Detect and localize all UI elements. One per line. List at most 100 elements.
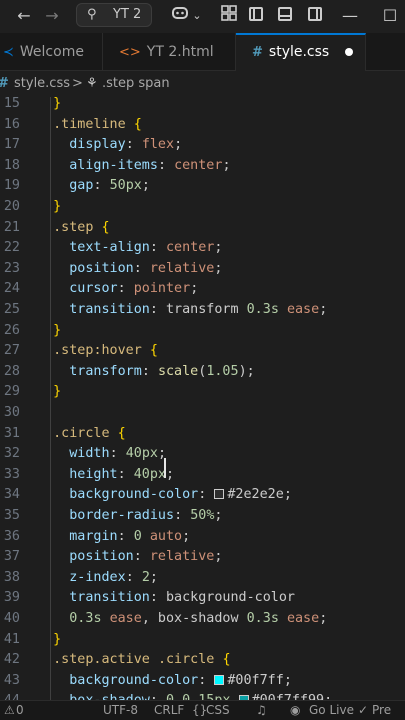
code-line[interactable]: 28 transform: scale(1.05); — [0, 362, 405, 383]
line-number: 37 — [3, 549, 20, 565]
line-number: 30 — [3, 405, 20, 420]
line-number: 41 — [3, 631, 20, 647]
code-line[interactable]: 33 height: 40px; — [0, 465, 405, 486]
code-line[interactable]: 41 } — [0, 630, 405, 651]
line-number: 39 — [3, 590, 20, 606]
html-brackets-icon: <> — [119, 45, 141, 60]
code-line[interactable]: 37 position: relative; — [0, 547, 405, 568]
customize-layout-icon[interactable] — [220, 5, 238, 27]
encoding[interactable]: UTF-8 — [103, 701, 138, 720]
check-icon[interactable]: ✓ — [358, 701, 368, 720]
code-text: } — [53, 384, 62, 400]
code-line[interactable]: 40 0.3s ease, box-shadow 0.3s ease; — [0, 609, 405, 630]
code-text: .step.active .circle { — [53, 652, 231, 668]
code-text: transform: scale(1.05); — [69, 363, 255, 379]
unsaved-dot-icon[interactable] — [345, 48, 353, 56]
line-number: 43 — [3, 672, 20, 688]
code-line[interactable]: 27 .step:hover { — [0, 341, 405, 362]
line-number: 26 — [3, 322, 20, 338]
editor-tabs: ≺ Welcome <> YT 2.html # style.css — [0, 33, 405, 71]
line-number: 29 — [3, 384, 20, 400]
broadcast-icon[interactable]: ◉ — [290, 701, 300, 720]
code-text: gap: 50px; — [69, 178, 150, 194]
braces-icon[interactable]: {} — [192, 701, 207, 720]
maximize-icon[interactable]: ☐ — [380, 5, 400, 27]
line-number: 34 — [3, 487, 20, 503]
minimize-icon[interactable]: — — [340, 5, 360, 27]
code-text: text-align: center; — [69, 240, 223, 256]
line-number: 44 — [0, 691, 20, 700]
code-text: .step:hover { — [53, 343, 158, 359]
line-number: 38 — [3, 569, 20, 585]
code-line[interactable]: 26 } — [0, 321, 405, 342]
code-line[interactable]: 32 width: 40px; — [0, 444, 405, 465]
code-line[interactable]: 39 transition: background-color — [0, 588, 405, 609]
line-number: 40 — [3, 611, 20, 626]
code-line[interactable]: 23 position: relative; — [0, 259, 405, 280]
color-swatch[interactable] — [214, 674, 225, 685]
title-bar: ← → ⚲ YT 2 ⌄ — ☐ — [0, 0, 405, 33]
code-text: background-color: #2e2e2e; — [69, 487, 292, 503]
go-live-button[interactable]: Go Live — [309, 701, 354, 720]
code-line[interactable]: 43 background-color: #00f7ff; — [0, 671, 405, 692]
prettier-status[interactable]: Pre — [372, 701, 391, 720]
code-text: box-shadow: 0 0 15px #00f7ff99; — [37, 691, 332, 700]
breadcrumb-separator: > — [72, 76, 83, 91]
color-swatch[interactable] — [214, 489, 225, 500]
code-line[interactable]: 16 .timeline { — [0, 115, 405, 136]
tab-style-css[interactable]: # style.css — [236, 33, 366, 71]
toggle-secondary-sidebar-icon[interactable] — [308, 7, 322, 21]
code-text: position: relative; — [69, 549, 223, 565]
language-mode[interactable]: CSS — [206, 701, 230, 720]
code-line[interactable]: 29 } — [0, 382, 405, 403]
bell-icon[interactable]: ♫ — [256, 701, 267, 720]
problems-count[interactable]: 0 — [16, 701, 24, 720]
code-text: } — [53, 199, 62, 214]
chevron-down-icon[interactable]: ⌄ — [190, 5, 204, 27]
line-number: 22 — [3, 240, 20, 256]
code-line[interactable]: 20 } — [0, 197, 405, 218]
code-line[interactable]: 22 text-align: center; — [0, 238, 405, 259]
code-line[interactable]: 42 .step.active .circle { — [0, 650, 405, 671]
code-line[interactable]: 36 margin: 0 auto; — [0, 527, 405, 548]
code-text: cursor: pointer; — [69, 281, 199, 297]
code-line[interactable]: 34 background-color: #2e2e2e; — [0, 485, 405, 506]
code-line[interactable]: 17 display: flex; — [0, 135, 405, 156]
back-arrow-icon[interactable]: ← — [12, 5, 36, 27]
line-number: 28 — [3, 363, 20, 379]
tab-welcome[interactable]: ≺ Welcome — [0, 33, 103, 71]
code-line[interactable]: 19 gap: 50px; — [0, 176, 405, 197]
line-number: 36 — [3, 528, 20, 544]
code-line[interactable]: 31 .circle { — [0, 424, 405, 445]
toggle-panel-icon[interactable] — [278, 7, 292, 21]
search-icon: ⚲ — [87, 7, 97, 22]
copilot-icon[interactable] — [170, 5, 190, 27]
code-text: width: 40px; — [69, 446, 166, 462]
code-text: } — [53, 631, 62, 647]
hash-icon: # — [252, 45, 263, 60]
forward-arrow-icon[interactable]: → — [40, 5, 64, 27]
code-text: 0.3s ease, box-shadow 0.3s ease; — [69, 611, 328, 626]
code-line[interactable]: 35 border-radius: 50%; — [0, 506, 405, 527]
code-editor[interactable]: 15 } 16 .timeline {17 display: flex; 18 al… — [0, 97, 405, 700]
code-text: z-index: 2; — [69, 569, 158, 585]
code-line[interactable]: 24 cursor: pointer; — [0, 279, 405, 300]
code-text: display: flex; — [69, 137, 183, 153]
code-line[interactable]: 25 transition: transform 0.3s ease; — [0, 300, 405, 321]
code-text: transition: background-color — [69, 590, 295, 606]
warning-icon[interactable]: ⚠ — [4, 701, 15, 720]
breadcrumb-symbol[interactable]: .step span — [102, 71, 170, 97]
code-line[interactable]: 18 align-items: center; — [0, 156, 405, 177]
code-line[interactable]: 44 box-shadow: 0 0 15px #00f7ff99; — [0, 691, 405, 700]
code-line[interactable]: 30 — [0, 403, 405, 424]
code-line[interactable]: 38 z-index: 2; — [0, 568, 405, 589]
command-center-search[interactable]: ⚲ YT 2 — [76, 3, 152, 27]
tab-yt2-html[interactable]: <> YT 2.html — [103, 33, 236, 71]
code-line[interactable]: 15 } — [0, 97, 405, 115]
breadcrumb-file[interactable]: style.css — [14, 71, 70, 97]
toggle-primary-sidebar-icon[interactable] — [249, 7, 263, 21]
text-cursor — [164, 458, 166, 478]
end-of-line[interactable]: CRLF — [154, 701, 184, 720]
line-number: 21 — [3, 219, 20, 235]
code-line[interactable]: 21 .step { — [0, 218, 405, 239]
